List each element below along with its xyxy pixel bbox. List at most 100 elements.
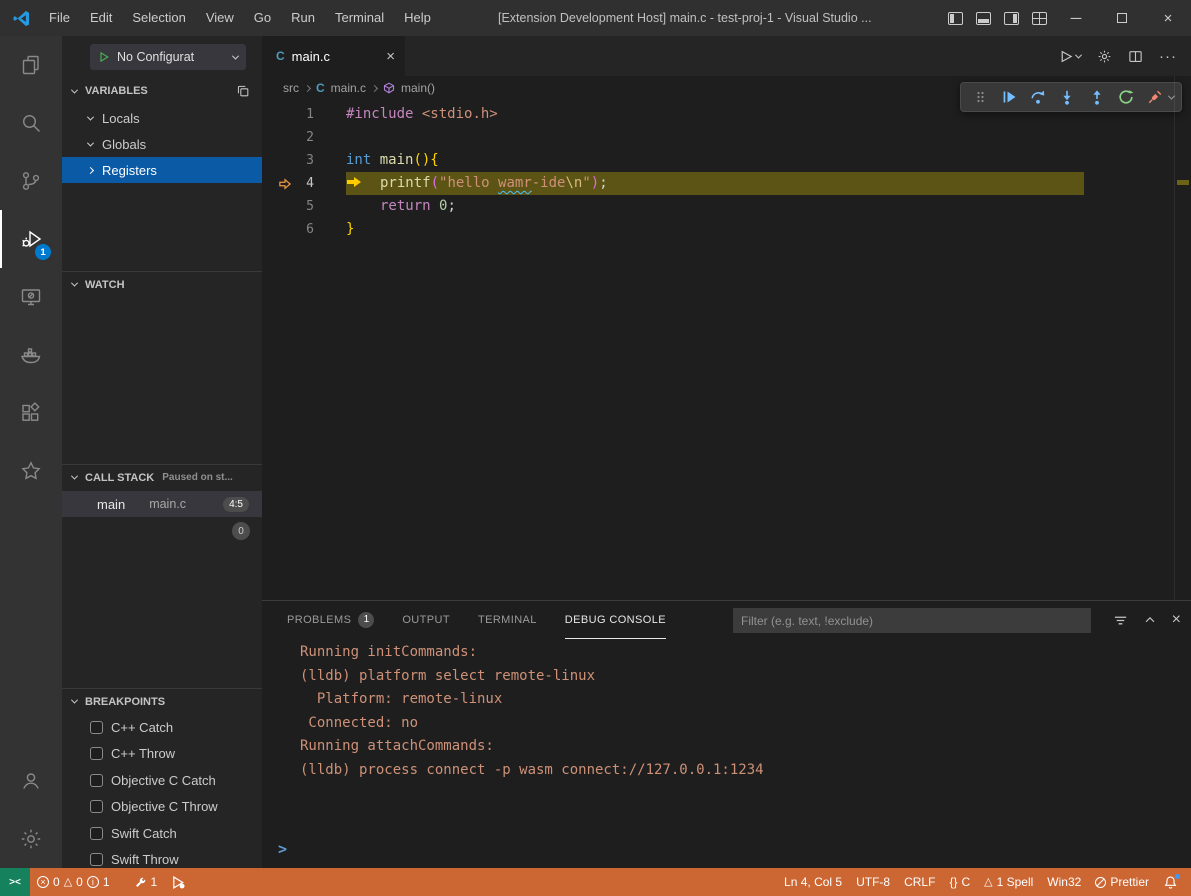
code-line[interactable]: 6 }: [262, 218, 1174, 241]
tab-output[interactable]: OUTPUT: [402, 601, 450, 639]
breakpoint-item[interactable]: Objective C Throw: [62, 793, 262, 819]
menu-terminal[interactable]: Terminal: [325, 0, 394, 36]
menu-view[interactable]: View: [196, 0, 244, 36]
gutter-glyph-margin[interactable]: [262, 218, 292, 241]
restart-button[interactable]: [1114, 85, 1138, 110]
encoding-indicator[interactable]: UTF-8: [849, 868, 897, 896]
run-file-button[interactable]: [1058, 49, 1081, 64]
spell-checker-status[interactable]: △ 1 Spell: [977, 868, 1040, 896]
breakpoints-section-header[interactable]: BREAKPOINTS: [62, 688, 262, 714]
code-area[interactable]: 1 #include <stdio.h> 2 3 int main(){ 4 p…: [262, 100, 1174, 600]
code-line-current[interactable]: 4 printf("hello wamr-ide\n");: [262, 172, 1174, 195]
checkbox[interactable]: [90, 800, 103, 813]
gutter-glyph-margin[interactable]: [262, 126, 292, 149]
problems-status[interactable]: × 0 △ 0 i 1: [30, 868, 117, 896]
group-label: Globals: [102, 137, 146, 152]
run-and-debug-icon[interactable]: 1: [0, 210, 62, 268]
breakpoint-item[interactable]: C++ Catch: [62, 714, 262, 740]
eol-indicator[interactable]: CRLF: [897, 868, 942, 896]
tab-debug-console[interactable]: DEBUG CONSOLE: [565, 601, 666, 639]
window-title: [Extension Development Host] main.c - te…: [498, 0, 872, 36]
platform-indicator[interactable]: Win32: [1040, 868, 1088, 896]
debug-status[interactable]: [164, 868, 193, 896]
console-filter-input[interactable]: [733, 608, 1091, 633]
tab-problems[interactable]: PROBLEMS 1: [287, 601, 374, 639]
debug-config-dropdown[interactable]: No Configurat: [90, 44, 246, 70]
remote-indicator[interactable]: ><: [0, 868, 30, 896]
checkbox[interactable]: [90, 853, 103, 866]
step-over-button[interactable]: [1026, 85, 1050, 110]
cursor-position[interactable]: Ln 4, Col 5: [777, 868, 849, 896]
account-icon[interactable]: [0, 752, 62, 810]
source-control-icon[interactable]: [0, 152, 62, 210]
code-line[interactable]: 3 int main(){: [262, 149, 1174, 172]
gutter-glyph-margin[interactable]: [262, 103, 292, 126]
toolbar-grip-icon[interactable]: [968, 85, 992, 110]
close-icon[interactable]: ×: [386, 49, 395, 64]
notifications-bell[interactable]: [1156, 868, 1185, 896]
close-panel-icon[interactable]: ×: [1172, 612, 1181, 628]
menu-edit[interactable]: Edit: [80, 0, 122, 36]
step-into-button[interactable]: [1055, 85, 1079, 110]
variables-group-registers[interactable]: Registers: [62, 157, 262, 183]
watch-section-header[interactable]: WATCH: [62, 271, 262, 297]
more-actions-icon[interactable]: ···: [1159, 48, 1177, 65]
continue-button[interactable]: [997, 85, 1021, 110]
collapse-all-icon[interactable]: [236, 84, 250, 98]
menu-file[interactable]: File: [39, 0, 80, 36]
gutter-glyph-margin[interactable]: [262, 149, 292, 172]
toggle-panel-icon[interactable]: [969, 0, 997, 36]
gear-icon[interactable]: [1097, 49, 1112, 64]
remote-explorer-icon[interactable]: [0, 268, 62, 326]
menu-help[interactable]: Help: [394, 0, 441, 36]
gutter-glyph-margin[interactable]: [262, 195, 292, 218]
code-line[interactable]: 5 return 0;: [262, 195, 1174, 218]
variables-group-locals[interactable]: Locals: [62, 105, 262, 131]
split-editor-icon[interactable]: [1128, 49, 1143, 64]
maximize-button[interactable]: [1099, 0, 1145, 36]
menu-go[interactable]: Go: [244, 0, 281, 36]
language-mode[interactable]: {} C: [942, 868, 977, 896]
breakpoint-item[interactable]: Swift Catch: [62, 820, 262, 846]
menu-selection[interactable]: Selection: [122, 0, 195, 36]
formatter-status[interactable]: Prettier: [1088, 868, 1156, 896]
editor-scrollbar[interactable]: [1174, 76, 1191, 600]
checkbox[interactable]: [90, 774, 103, 787]
variables-section-header[interactable]: VARIABLES: [62, 78, 262, 104]
breadcrumb-folder[interactable]: src: [283, 81, 299, 95]
docker-icon[interactable]: [0, 326, 62, 384]
tab-terminal[interactable]: TERMINAL: [478, 601, 537, 639]
customize-layout-icon[interactable]: [1025, 0, 1053, 36]
checkbox[interactable]: [90, 721, 103, 734]
breadcrumb-symbol[interactable]: main(): [401, 81, 435, 95]
filter-lines-icon[interactable]: [1113, 613, 1128, 628]
console-input-prompt[interactable]: >: [278, 840, 287, 858]
stack-frame-row[interactable]: main main.c 4:5: [62, 491, 262, 517]
step-out-button[interactable]: [1085, 85, 1109, 110]
explorer-icon[interactable]: [0, 36, 62, 94]
toggle-secondary-sidebar-icon[interactable]: [997, 0, 1025, 36]
extensions-icon[interactable]: [0, 384, 62, 442]
code-line[interactable]: 2: [262, 126, 1174, 149]
variables-group-globals[interactable]: Globals: [62, 131, 262, 157]
search-icon[interactable]: [0, 94, 62, 152]
menu-run[interactable]: Run: [281, 0, 325, 36]
checkbox[interactable]: [90, 747, 103, 760]
toggle-sidebar-icon[interactable]: [941, 0, 969, 36]
star-icon[interactable]: [0, 442, 62, 500]
current-line-gutter-arrow-icon[interactable]: [262, 172, 292, 195]
minimize-button[interactable]: ─: [1053, 0, 1099, 36]
tasks-status[interactable]: 1: [127, 868, 165, 896]
call-stack-section-header[interactable]: CALL STACK Paused on st...: [62, 464, 262, 490]
checkbox[interactable]: [90, 827, 103, 840]
breakpoint-item[interactable]: Objective C Catch: [62, 767, 262, 793]
tab-main-c[interactable]: C main.c ×: [262, 36, 405, 76]
close-button[interactable]: ×: [1145, 0, 1191, 36]
settings-gear-icon[interactable]: [0, 810, 62, 868]
code-text: return 0;: [346, 195, 456, 218]
disconnect-button[interactable]: [1143, 85, 1167, 110]
breadcrumb-file[interactable]: main.c: [331, 81, 366, 95]
maximize-panel-icon[interactable]: [1143, 613, 1157, 627]
breakpoint-item[interactable]: C++ Throw: [62, 740, 262, 766]
breakpoint-label: Objective C Catch: [111, 773, 216, 788]
